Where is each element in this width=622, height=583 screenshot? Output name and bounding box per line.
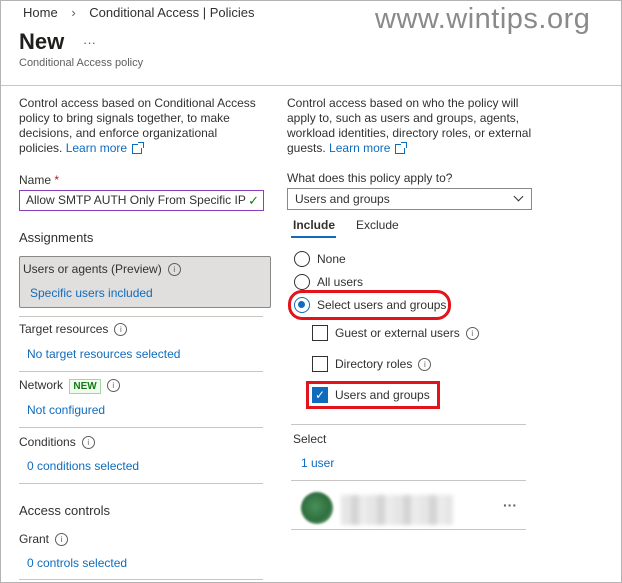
users-or-agents-title: Users or agents (Preview) [23, 262, 162, 276]
external-link-icon [132, 141, 145, 154]
left-intro: Control access based on Conditional Acce… [19, 96, 256, 155]
checkmark-icon: ✓ [248, 193, 259, 208]
highlight-box [306, 381, 440, 409]
info-icon: i [418, 358, 432, 372]
grant-value[interactable]: 0 controls selected [27, 556, 127, 570]
watermark: www.wintips.org [375, 3, 591, 35]
new-badge: NEW [69, 379, 101, 394]
page-subtitle: Conditional Access policy [19, 57, 144, 69]
apply-label: What does this policy apply to? [287, 171, 453, 185]
info-icon: i [465, 327, 479, 341]
conditions-value[interactable]: 0 conditions selected [27, 459, 139, 473]
checkbox-guest-external-label: Guest or external users i [335, 326, 479, 341]
breadcrumb-policies[interactable]: Conditional Access | Policies [89, 5, 254, 20]
highlight-box [288, 290, 451, 320]
radio-none-label: None [317, 252, 346, 266]
name-input[interactable]: Allow SMTP AUTH Only From Specific IP ✓ [19, 190, 264, 211]
more-options-button[interactable]: ··· [83, 35, 96, 50]
avatar [301, 492, 333, 524]
external-link-icon [395, 141, 408, 154]
right-intro: Control access based on who the policy w… [287, 96, 532, 155]
chevron-down-icon [513, 191, 524, 202]
list-item[interactable]: ··· [291, 487, 526, 527]
tab-exclude[interactable]: Exclude [356, 218, 399, 232]
user-name-redacted [341, 495, 453, 525]
radio-all-users[interactable] [294, 274, 310, 290]
name-input-value: Allow SMTP AUTH Only From Specific IP [26, 193, 246, 207]
info-icon: i [55, 533, 69, 547]
info-icon: i [106, 379, 120, 393]
radio-all-users-label: All users [317, 275, 364, 289]
breadcrumb: Home › Conditional Access | Policies [23, 5, 255, 20]
page-title: New [19, 29, 65, 54]
users-or-agents-card[interactable]: Users or agents (Preview) i Specific user… [19, 256, 271, 308]
info-icon: i [81, 436, 95, 450]
apply-dropdown[interactable]: Users and groups [287, 188, 532, 210]
assignments-heading: Assignments [19, 230, 94, 245]
checkbox-guest-external[interactable] [312, 325, 328, 341]
breadcrumb-home[interactable]: Home [23, 5, 58, 20]
info-icon: i [114, 323, 128, 337]
learn-more-link[interactable]: Learn more [329, 141, 390, 155]
apply-dropdown-value: Users and groups [295, 192, 390, 206]
name-label: Name * [19, 173, 60, 187]
grant-title: Grant i [19, 532, 69, 547]
select-label: Select [293, 432, 327, 446]
access-controls-heading: Access controls [19, 503, 111, 518]
target-resources-title: Target resources i [19, 322, 128, 337]
network-value[interactable]: Not configured [27, 403, 105, 417]
learn-more-link[interactable]: Learn more [66, 141, 127, 155]
breadcrumb-separator: › [71, 5, 76, 20]
info-icon: i [167, 263, 181, 277]
target-resources-value[interactable]: No target resources selected [27, 347, 180, 361]
radio-none[interactable] [294, 251, 310, 267]
tab-include-underline [291, 236, 336, 238]
more-actions-button[interactable]: ··· [503, 497, 517, 513]
network-title: Network NEW i [19, 378, 120, 394]
users-or-agents-value[interactable]: Specific users included [30, 286, 153, 300]
select-value-link[interactable]: 1 user [301, 456, 334, 470]
checkbox-directory-roles-label: Directory roles i [335, 357, 432, 372]
checkbox-directory-roles[interactable] [312, 356, 328, 372]
tab-include[interactable]: Include [293, 218, 335, 232]
conditions-title: Conditions i [19, 435, 95, 450]
